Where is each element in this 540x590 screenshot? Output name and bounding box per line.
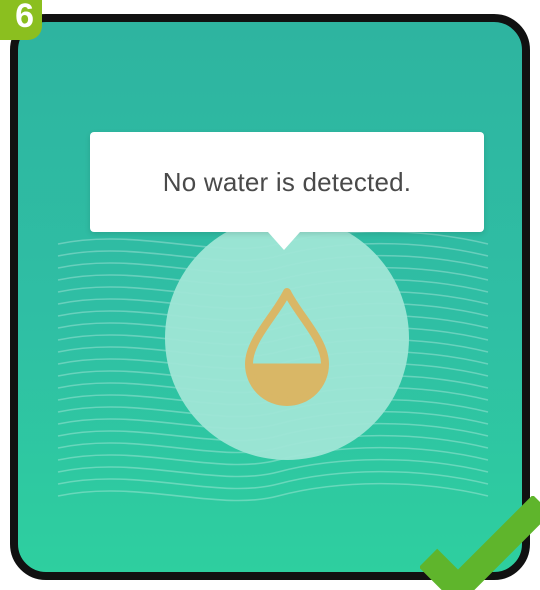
instruction-screenshot: No water is detected. 6 bbox=[0, 0, 540, 590]
step-number: 6 bbox=[15, 0, 34, 35]
checkmark-icon bbox=[420, 496, 540, 590]
no-water-tooltip: No water is detected. bbox=[90, 132, 484, 250]
water-drop-icon bbox=[245, 288, 329, 406]
tooltip-message: No water is detected. bbox=[162, 166, 412, 197]
step-number-badge: 6 bbox=[0, 0, 42, 40]
tooltip-arrow bbox=[268, 232, 300, 250]
